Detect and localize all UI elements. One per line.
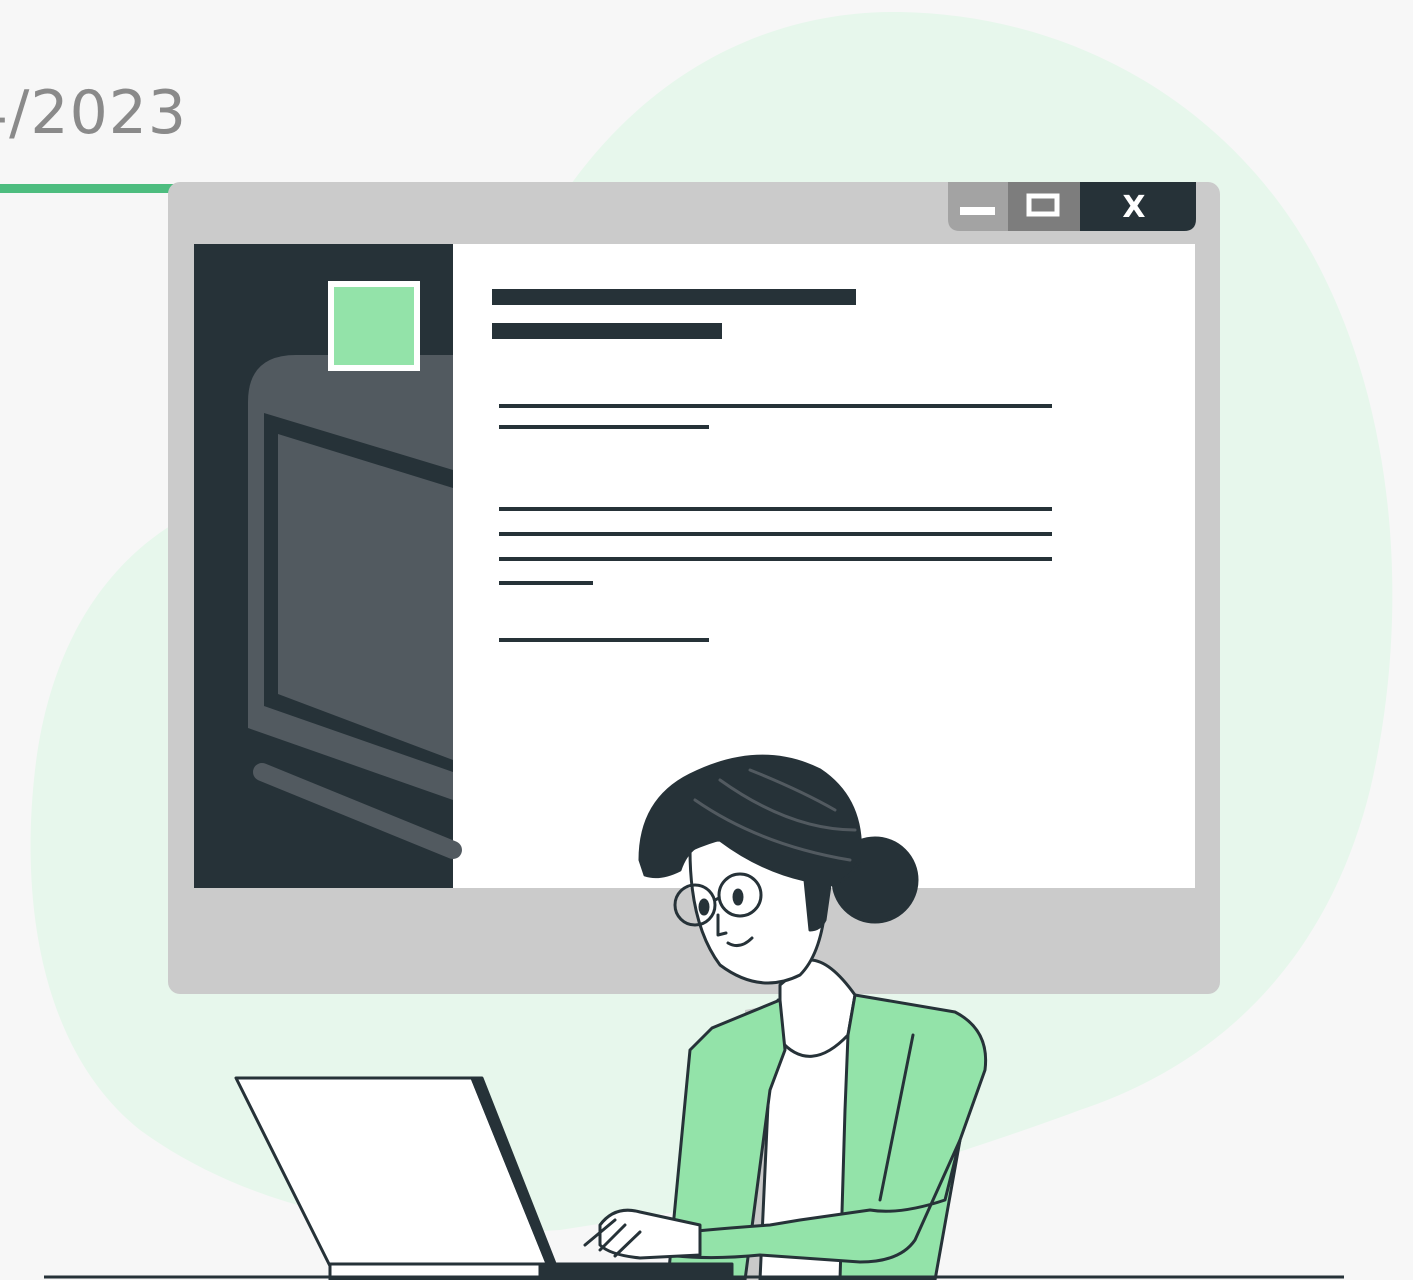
subtitle-bar (492, 323, 722, 339)
window-controls: X (948, 182, 1196, 231)
minimize-icon (960, 207, 995, 215)
green-square (328, 281, 420, 371)
minimize-button[interactable] (948, 182, 1008, 231)
title-bar (492, 289, 856, 305)
illustration: X (30, 11, 1393, 1280)
sidebar-panel (194, 244, 462, 888)
maximize-button[interactable] (1008, 182, 1080, 231)
close-icon: X (1122, 190, 1145, 225)
